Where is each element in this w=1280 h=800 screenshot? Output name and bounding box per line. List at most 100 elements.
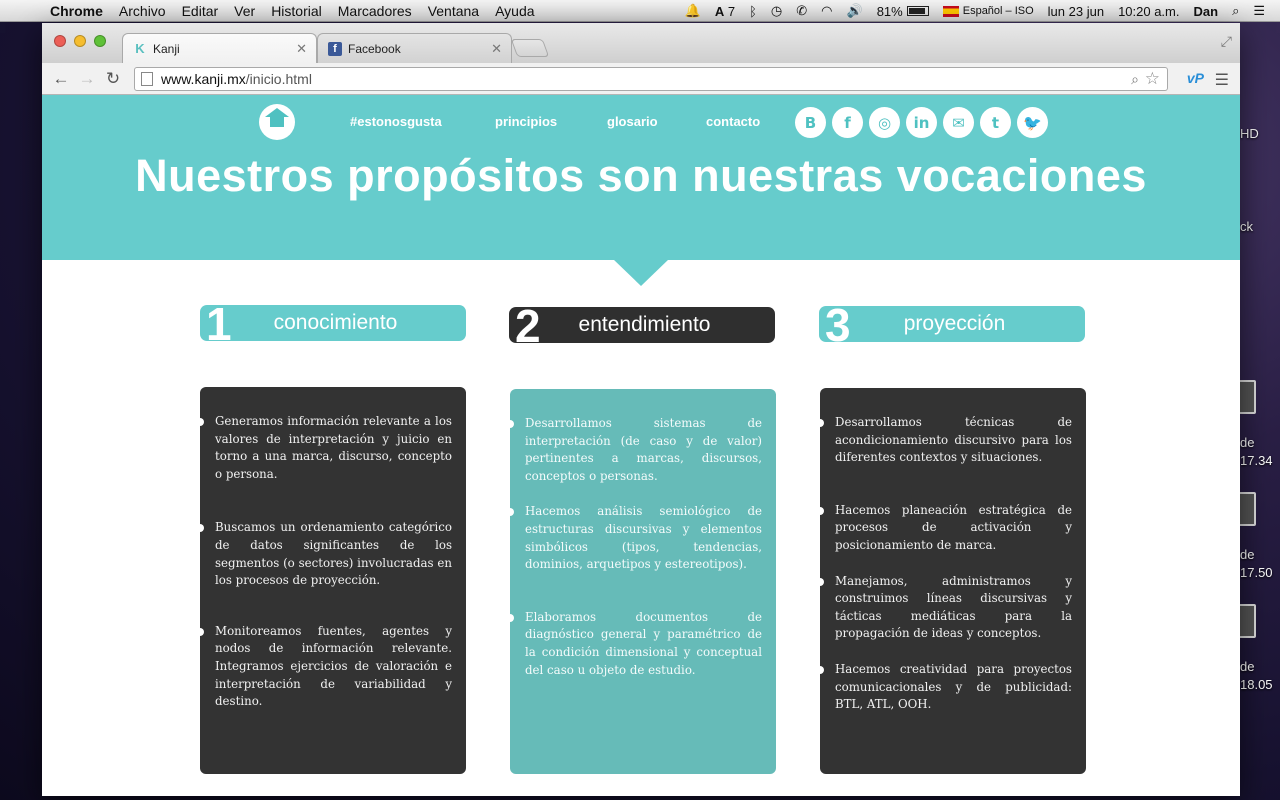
browser-window: K Kanji ✕ f Facebook ✕ ⤢ ← → ↻ www.kanji… — [42, 23, 1240, 796]
tab-facebook[interactable]: f Facebook ✕ — [317, 33, 512, 63]
desktop-label: de — [1240, 435, 1255, 450]
spotlight-icon[interactable]: ⌕ — [1225, 3, 1246, 19]
page-icon — [141, 72, 153, 86]
bookmark-star-icon[interactable]: ☆ — [1145, 69, 1160, 89]
tab-kanji[interactable]: K Kanji ✕ — [122, 33, 317, 63]
new-tab-button[interactable] — [510, 39, 550, 57]
list-item: Hacemos creatividad para proyectos comun… — [816, 661, 1072, 714]
extension-vp-icon[interactable]: vP — [1187, 70, 1204, 86]
list-item: Desarrollamos sistemas de interpretación… — [506, 415, 762, 485]
list-item: Hacemos planeación estratégica de proces… — [816, 502, 1072, 555]
menu-ventana[interactable]: Ventana — [420, 3, 487, 19]
list-item: Generamos información relevante a los va… — [196, 413, 452, 483]
notification-icon[interactable]: 🔔 — [678, 3, 708, 19]
facebook-icon[interactable]: f — [832, 107, 863, 138]
desktop-file-icon[interactable] — [1238, 380, 1256, 414]
menu-historial[interactable]: Historial — [263, 3, 330, 19]
zoom-icon[interactable]: ⌕ — [1131, 71, 1139, 88]
back-button[interactable]: ← — [48, 69, 74, 89]
heading-proyeccion: 3 proyección — [819, 306, 1085, 342]
volume-icon[interactable]: 🔊 — [840, 3, 870, 19]
zoom-window-button[interactable] — [94, 35, 106, 47]
url-host: www.kanji.mx — [161, 71, 246, 87]
browser-toolbar: ← → ↻ www.kanji.mx/inicio.html ⌕ ☆ vP ☰ — [42, 63, 1240, 95]
user-name[interactable]: Dan — [1187, 4, 1226, 19]
card-conocimiento: Generamos información relevante a los va… — [196, 387, 466, 774]
column-heading: conocimiento — [273, 311, 398, 334]
instagram-icon[interactable]: ◎ — [869, 107, 900, 138]
desktop-label: HD — [1240, 126, 1259, 141]
address-bar[interactable]: www.kanji.mx/inicio.html ⌕ ☆ — [134, 67, 1168, 91]
chrome-menu-icon[interactable]: ☰ — [1215, 70, 1229, 90]
time-machine-icon[interactable]: ◷ — [764, 3, 789, 19]
status-area: 🔔 A 7 ᛒ ◷ ✆ ◠ 🔊 81% Español – ISO lun 23… — [678, 0, 1272, 22]
column-heading: entendimiento — [578, 313, 711, 336]
desktop-label: 18.05 — [1240, 677, 1273, 692]
nav-link-contacto[interactable]: contacto — [706, 114, 760, 129]
linkedin-icon[interactable]: in — [906, 107, 937, 138]
battery-percent: 81% — [876, 3, 903, 19]
home-button[interactable] — [259, 104, 295, 140]
desktop-file-icon[interactable] — [1238, 492, 1256, 526]
notification-center-icon[interactable]: ☰ — [1246, 3, 1272, 19]
blogger-icon[interactable]: B — [795, 107, 826, 138]
tab-title: Facebook — [348, 41, 401, 56]
home-icon — [265, 108, 289, 130]
list-item: Hacemos análisis semiológico de estructu… — [506, 503, 762, 573]
desktop-label: de — [1240, 547, 1255, 562]
list-item: Desarrollamos técnicas de acondicionamie… — [816, 414, 1072, 467]
desktop-label: ck — [1240, 219, 1253, 234]
facebook-favicon-icon: f — [328, 41, 342, 56]
adobe-icon[interactable]: A 7 — [708, 4, 742, 19]
hero-arrow — [613, 259, 669, 286]
forward-button[interactable]: → — [74, 69, 100, 89]
bluetooth-icon[interactable]: ᛒ — [742, 4, 764, 19]
desktop-label: de — [1240, 659, 1255, 674]
heading-entendimiento: 2 entendimiento — [509, 307, 775, 343]
tumblr-icon[interactable]: t — [980, 107, 1011, 138]
battery-icon — [906, 6, 929, 16]
clock-time[interactable]: 10:20 a.m. — [1111, 4, 1186, 19]
menu-marcadores[interactable]: Marcadores — [330, 3, 420, 19]
menu-ayuda[interactable]: Ayuda — [487, 3, 542, 19]
desktop-file-icon[interactable] — [1238, 604, 1256, 638]
fullscreen-icon[interactable]: ⤢ — [1221, 33, 1232, 50]
reload-button[interactable]: ↻ — [100, 69, 126, 89]
url-path: /inicio.html — [245, 71, 312, 87]
list-item: Buscamos un ordenamiento categórico de d… — [196, 519, 452, 589]
nav-link-principios[interactable]: principios — [495, 114, 557, 129]
spain-flag-icon — [942, 5, 959, 17]
phone-icon[interactable]: ✆ — [789, 3, 814, 19]
card-entendimiento: Desarrollamos sistemas de interpretación… — [506, 389, 776, 774]
close-window-button[interactable] — [54, 35, 66, 47]
menu-archivo[interactable]: Archivo — [111, 3, 174, 19]
window-controls — [54, 35, 106, 47]
twitter-icon[interactable]: 🐦 — [1017, 107, 1048, 138]
kanji-favicon-icon: K — [135, 41, 145, 56]
battery-indicator[interactable]: 81% — [870, 4, 936, 19]
mail-icon[interactable]: ✉ — [943, 107, 974, 138]
heading-conocimiento: 1 conocimiento — [200, 305, 466, 341]
wifi-icon[interactable]: ◠ — [814, 3, 839, 19]
list-item: Manejamos, administramos y construimos l… — [816, 573, 1072, 643]
nav-link-estonosgusta[interactable]: #estonosgusta — [350, 114, 442, 129]
tab-title: Kanji — [153, 41, 180, 56]
tab-strip: K Kanji ✕ f Facebook ✕ ⤢ — [42, 23, 1240, 63]
web-page: #estonosgusta principios glosario contac… — [42, 95, 1240, 796]
minimize-window-button[interactable] — [74, 35, 86, 47]
menu-ver[interactable]: Ver — [226, 3, 263, 19]
page-title: Nuestros propósitos son nuestras vocacio… — [135, 150, 1147, 201]
menu-app[interactable]: Chrome — [40, 3, 111, 19]
clock-date[interactable]: lun 23 jun — [1041, 4, 1111, 19]
card-proyeccion: Desarrollamos técnicas de acondicionamie… — [816, 388, 1086, 774]
list-item: Monitoreamos fuentes, agentes y nodos de… — [196, 623, 452, 711]
close-tab-icon[interactable]: ✕ — [296, 41, 307, 57]
hero-banner: #estonosgusta principios glosario contac… — [42, 95, 1240, 260]
close-tab-icon[interactable]: ✕ — [491, 41, 502, 57]
input-source[interactable]: Español – ISO — [936, 5, 1041, 17]
nav-link-glosario[interactable]: glosario — [607, 114, 658, 129]
desktop-label: 17.50 — [1240, 565, 1273, 580]
input-source-label: Español – ISO — [962, 5, 1034, 17]
list-item: Elaboramos documentos de diagnóstico gen… — [506, 609, 762, 679]
menu-editar[interactable]: Editar — [174, 3, 227, 19]
